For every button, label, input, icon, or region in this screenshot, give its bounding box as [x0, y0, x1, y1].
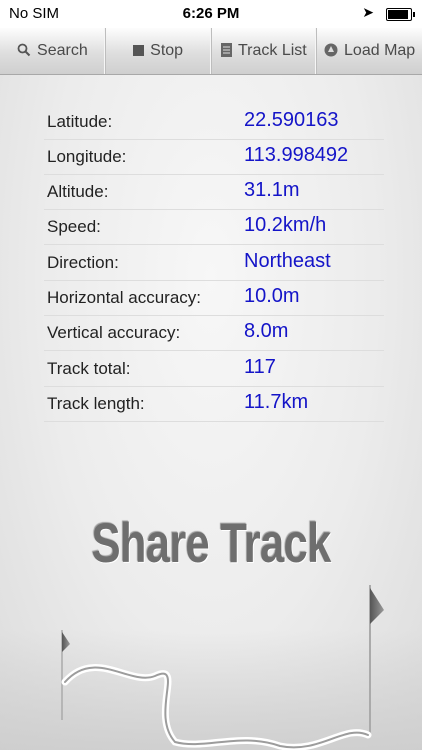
info-label: Track total:	[47, 359, 131, 378]
info-row-altitude: Altitude: 31.1m	[44, 174, 384, 210]
stop-button[interactable]: Stop	[106, 28, 212, 74]
info-row-vertical-accuracy: Vertical accuracy: 8.0m	[44, 315, 384, 351]
info-value: 8.0m	[244, 320, 289, 342]
stop-icon	[133, 43, 145, 59]
main-content: Latitude: 22.590163 Longitude: 113.99849…	[0, 75, 422, 750]
stop-button-label: Stop	[150, 42, 184, 59]
clock: 6:26 PM	[182, 5, 240, 22]
info-value: 11.7km	[244, 391, 309, 413]
location-arrow-icon: ➤	[362, 4, 374, 20]
info-row-speed: Speed: 10.2km/h	[44, 209, 384, 245]
info-row-longitude: Longitude: 113.998492	[44, 139, 384, 175]
track-list-button[interactable]: Track List	[212, 28, 318, 74]
info-row-track-length: Track length: 11.7km	[44, 386, 384, 422]
info-label: Altitude:	[47, 182, 109, 201]
info-value: 22.590163	[244, 109, 339, 131]
info-row-direction: Direction: Northeast	[44, 245, 384, 281]
search-button-label: Search	[37, 42, 88, 59]
share-track-button[interactable]: Share Track	[0, 510, 422, 750]
info-row-horizontal-accuracy: Horizontal accuracy: 10.0m	[44, 280, 384, 316]
load-map-button[interactable]: Load Map	[317, 28, 422, 74]
info-label: Vertical accuracy:	[47, 323, 181, 342]
track-path-graphic	[61, 585, 384, 750]
search-icon	[17, 43, 31, 60]
info-value: 117	[244, 356, 276, 378]
info-label: Speed:	[47, 217, 101, 236]
load-map-button-label: Load Map	[344, 42, 416, 59]
info-label: Horizontal accuracy:	[47, 288, 202, 307]
info-row-latitude: Latitude: 22.590163	[44, 104, 384, 140]
track-list-button-label: Track List	[238, 42, 307, 59]
info-label: Track length:	[47, 394, 145, 413]
info-label: Direction:	[47, 253, 119, 272]
search-button[interactable]: Search	[0, 28, 106, 74]
info-value: 10.0m	[244, 285, 300, 307]
info-label: Latitude:	[47, 112, 113, 131]
info-value: 10.2km/h	[244, 214, 327, 236]
list-icon	[221, 42, 232, 60]
info-label: Longitude:	[47, 147, 127, 166]
info-row-track-total: Track total: 117	[44, 351, 384, 387]
info-value: 113.998492	[244, 144, 349, 166]
battery-icon	[386, 8, 415, 21]
info-value: 31.1m	[244, 179, 300, 201]
map-icon	[324, 43, 338, 60]
status-bar: No SIM 6:26 PM ➤	[0, 0, 422, 28]
info-value: Northeast	[244, 250, 331, 272]
toolbar: Search Stop Track List Load Map	[0, 28, 422, 75]
